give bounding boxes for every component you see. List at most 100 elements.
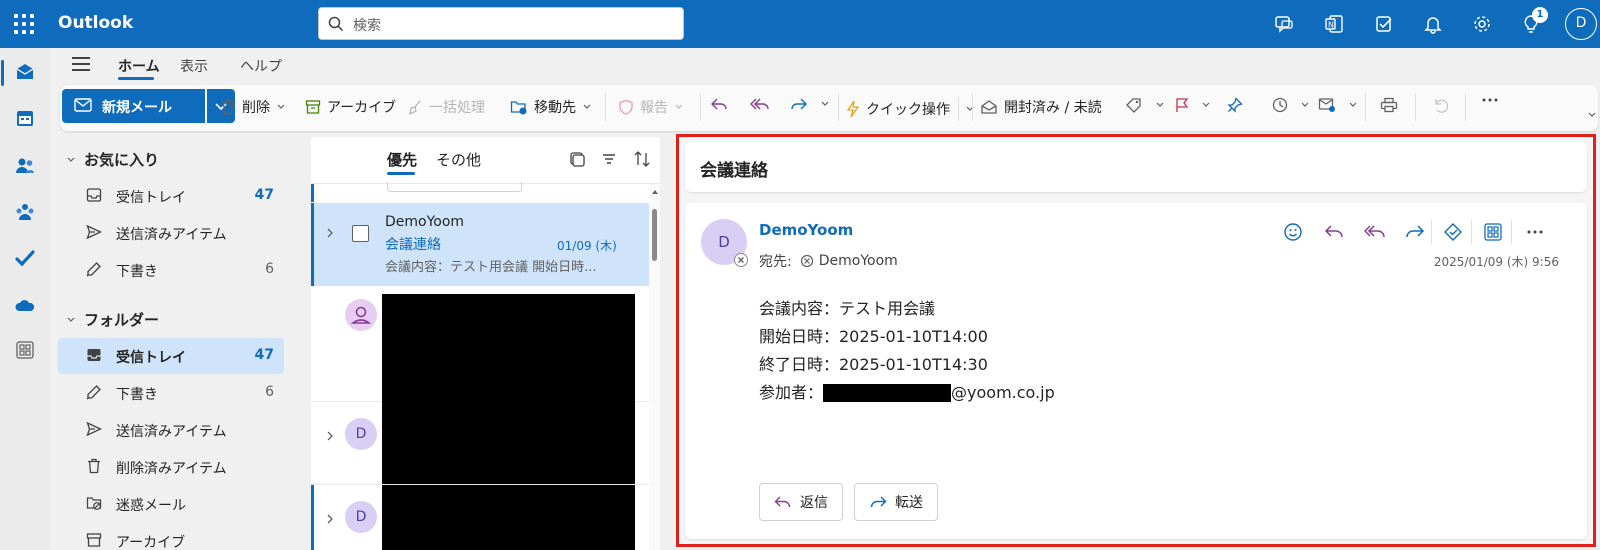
forward-ribbon-button[interactable] (790, 97, 830, 111)
folder-archive[interactable]: アーカイブ (58, 523, 284, 550)
account-avatar[interactable]: D (1565, 8, 1597, 40)
divider (605, 93, 606, 121)
more-options-button[interactable] (1482, 97, 1504, 103)
scroll-thumb[interactable] (652, 209, 657, 261)
teams-chat-icon[interactable] (1272, 12, 1296, 36)
groups-app-icon[interactable] (13, 200, 37, 224)
divider (1511, 220, 1512, 244)
inbox-icon (86, 187, 102, 207)
sender-name[interactable]: DemoYoom (759, 221, 853, 239)
body-line: 終了日時：2025-01-10T14:30 (759, 355, 988, 374)
favorite-drafts[interactable]: 下書き 6 (58, 252, 284, 288)
ribbon-tabs: ホーム 表示 ヘルプ (50, 48, 1600, 84)
forward-icon (791, 98, 807, 110)
forward-icon[interactable] (1403, 220, 1427, 244)
unread-count: 47 (254, 347, 274, 363)
hamburger-menu-icon[interactable] (72, 57, 90, 75)
app-title[interactable]: Outlook (58, 13, 133, 33)
apps-icon[interactable] (1481, 220, 1505, 244)
chevron-right-icon[interactable] (325, 227, 335, 243)
pin-button[interactable] (1227, 97, 1249, 113)
divider (1465, 93, 1466, 121)
reply-all-icon[interactable] (1363, 220, 1387, 244)
message-row-selected[interactable]: DemoYoom 会議連絡 01/09 (木) 会議内容：テスト用会議 開始日時… (311, 203, 649, 286)
select-mode-icon[interactable] (569, 151, 585, 171)
message-list-header: 優先 その他 (311, 137, 660, 184)
calendar-app-icon[interactable] (13, 106, 37, 130)
onedrive-icon[interactable] (13, 294, 37, 318)
more-apps-icon[interactable] (13, 338, 37, 362)
scroll-up-arrow[interactable] (652, 190, 658, 194)
tab-home[interactable]: ホーム (118, 56, 160, 76)
new-mail-button[interactable]: 新規メール (62, 89, 205, 123)
favorite-sent[interactable]: 送信済みアイテム (58, 215, 284, 251)
presence-offline-icon (800, 254, 813, 268)
clock-icon (1272, 97, 1288, 113)
flag-icon (1176, 98, 1189, 112)
mail-app-icon[interactable] (13, 60, 37, 84)
move-to-button[interactable]: 移動先 (510, 97, 592, 117)
print-button[interactable] (1380, 97, 1404, 113)
body-line: 開始日時：2025-01-10T14:00 (759, 327, 988, 346)
ribbon: ホーム 表示 ヘルプ 新規メール 削除 アーカイブ 一括処理 移動先 報告 クイ… (50, 48, 1600, 135)
folder-drafts[interactable]: 下書き 6 (58, 375, 284, 411)
reply-button[interactable]: 返信 (759, 483, 843, 521)
message-row[interactable]: D (311, 402, 649, 485)
chevron-right-icon[interactable] (325, 513, 335, 529)
ellipsis-icon[interactable] (1523, 220, 1547, 244)
favorite-inbox[interactable]: 受信トレイ 47 (58, 178, 284, 214)
folder-sent[interactable]: 送信済みアイテム (58, 412, 284, 448)
folder-junk[interactable]: 迷惑メール (58, 486, 284, 522)
reply-ribbon-button[interactable] (710, 97, 734, 111)
read-unread-button[interactable]: 開封済み / 未読 (980, 97, 1102, 117)
emoji-icon[interactable] (1281, 220, 1305, 244)
onenote-icon[interactable]: N (1322, 12, 1346, 36)
unread-indicator (311, 184, 314, 202)
search-placeholder: 検索 (353, 18, 381, 34)
flag-button[interactable] (1175, 97, 1211, 113)
tab-focused[interactable]: 優先 (387, 149, 417, 170)
delete-button[interactable]: 削除 (220, 97, 286, 117)
reply-icon[interactable] (1322, 220, 1346, 244)
reply-icon (711, 98, 727, 110)
app-rail (0, 48, 50, 550)
tab-other[interactable]: その他 (436, 149, 481, 170)
search-input[interactable]: 検索 (318, 7, 684, 40)
sweep-button[interactable]: 一括処理 (407, 97, 485, 117)
folder-deleted[interactable]: 削除済みアイテム (58, 449, 284, 485)
message-list-scrollbar[interactable] (649, 184, 660, 550)
archive-button[interactable]: アーカイブ (305, 97, 396, 117)
undo-button[interactable] (1432, 97, 1454, 113)
gear-icon[interactable] (1470, 12, 1494, 36)
folders-header[interactable]: フォルダー (66, 309, 159, 330)
filter-icon[interactable] (601, 151, 617, 171)
rules-button[interactable] (1318, 97, 1358, 113)
snooze-button[interactable] (1272, 97, 1310, 113)
folder-inbox[interactable]: 受信トレイ 47 (58, 338, 284, 374)
app-launcher-icon[interactable] (12, 12, 36, 36)
message-row[interactable]: D (311, 485, 649, 550)
send-icon (86, 421, 103, 441)
forward-button[interactable]: 転送 (854, 483, 938, 521)
favorites-header[interactable]: お気に入り (66, 149, 159, 170)
chevron-right-icon[interactable] (325, 430, 335, 446)
sort-icon[interactable] (633, 150, 651, 172)
todo-note-icon[interactable] (1372, 12, 1396, 36)
recipient-name[interactable]: DemoYoom (819, 253, 898, 269)
ribbon-expand-icon[interactable] (1587, 110, 1600, 120)
tab-help[interactable]: ヘルプ (240, 56, 282, 76)
quick-steps-button[interactable]: クイック操作 (846, 97, 975, 121)
todo-app-icon[interactable] (13, 246, 37, 270)
reply-all-ribbon-button[interactable] (750, 97, 776, 111)
message-checkbox[interactable] (352, 225, 369, 242)
loop-icon[interactable] (1441, 220, 1465, 244)
bell-icon[interactable] (1421, 12, 1445, 36)
categorize-button[interactable] (1125, 97, 1165, 113)
broom-icon (409, 100, 421, 115)
divider (972, 93, 973, 121)
report-button[interactable]: 報告 (618, 97, 684, 117)
undo-icon (1435, 99, 1448, 113)
tab-view[interactable]: 表示 (180, 56, 208, 76)
trash-icon (86, 458, 102, 478)
people-app-icon[interactable] (13, 154, 37, 178)
